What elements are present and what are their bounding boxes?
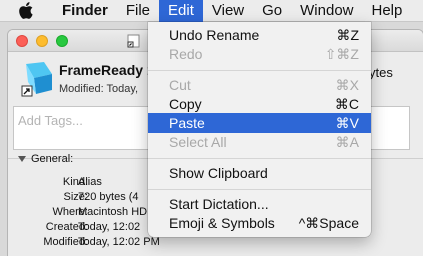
menu-item-emoji-symbols[interactable]: Emoji & Symbols ^⌘Space <box>148 213 371 233</box>
edit-menu-dropdown: Undo Rename ⌘Z Redo ⇧⌘Z Cut ⌘X Copy ⌘C P… <box>148 22 371 237</box>
shortcut-copy: ⌘C <box>334 96 359 112</box>
apple-menu-icon[interactable] <box>19 0 39 22</box>
menu-separator <box>148 70 371 71</box>
zoom-button[interactable] <box>56 35 68 47</box>
menu-item-copy[interactable]: Copy ⌘C <box>148 94 371 114</box>
file-modified: Modified: Today, <box>59 83 139 95</box>
info-row-modified: Modified: Today, 12:02 PM <box>43 236 160 248</box>
menu-edit[interactable]: Edit <box>159 0 203 22</box>
menu-file[interactable]: File <box>117 0 159 22</box>
menu-item-cut[interactable]: Cut ⌘X <box>148 75 371 95</box>
shortcut-undo: ⌘Z <box>336 27 359 43</box>
file-size-summary: ytes <box>369 65 393 80</box>
minimize-button[interactable] <box>36 35 48 47</box>
file-name: FrameReady 1 <box>59 62 155 78</box>
menu-item-undo-rename[interactable]: Undo Rename ⌘Z <box>148 25 371 45</box>
general-section-toggle[interactable]: General: <box>18 153 73 165</box>
menu-window[interactable]: Window <box>291 0 362 22</box>
menu-item-select-all[interactable]: Select All ⌘A <box>148 132 371 152</box>
menu-item-show-clipboard[interactable]: Show Clipboard <box>148 163 371 183</box>
menu-finder[interactable]: Finder <box>52 0 117 22</box>
app-icon <box>21 62 52 97</box>
shortcut-redo: ⇧⌘Z <box>324 46 359 62</box>
disclosure-triangle-icon[interactable] <box>18 156 26 162</box>
shortcut-cut: ⌘X <box>335 77 359 93</box>
menu-help[interactable]: Help <box>363 0 412 22</box>
shortcut-select-all: ⌘A <box>335 134 359 150</box>
menu-separator <box>148 189 371 190</box>
menu-separator <box>148 158 371 159</box>
menu-view[interactable]: View <box>203 0 253 22</box>
menu-bar: Finder File Edit View Go Window Help <box>0 0 423 22</box>
close-button[interactable] <box>16 35 28 47</box>
menu-go[interactable]: Go <box>253 0 291 22</box>
menu-item-start-dictation[interactable]: Start Dictation... <box>148 194 371 214</box>
general-section-title: General: <box>31 153 74 165</box>
shortcut-paste: ⌘V <box>335 115 359 131</box>
shortcut-emoji: ^⌘Space <box>298 215 359 231</box>
menu-item-paste[interactable]: Paste ⌘V <box>148 113 371 133</box>
alias-title-icon <box>127 34 140 48</box>
menu-item-redo[interactable]: Redo ⇧⌘Z <box>148 44 371 64</box>
